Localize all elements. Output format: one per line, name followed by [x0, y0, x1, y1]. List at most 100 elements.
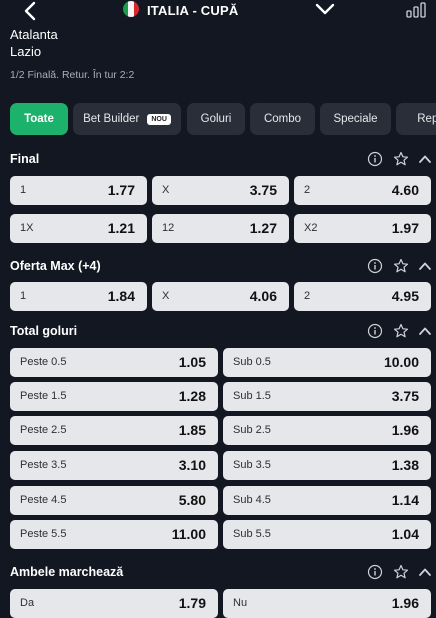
market-tabs: Toate Bet Builder NOU Goluri Combo Specia… — [10, 103, 436, 135]
odds-label: 1 — [20, 290, 27, 302]
odds-label: 1X — [20, 222, 34, 234]
odds-label: Sub 0.5 — [233, 356, 271, 368]
odds-label: 2 — [304, 184, 311, 196]
odds-button[interactable]: 2 4.60 — [294, 176, 431, 205]
odds-button[interactable]: Sub 4.5 1.14 — [223, 486, 431, 515]
odds-label: X — [162, 184, 170, 196]
section-actions — [367, 151, 433, 167]
odds-label: 2 — [304, 290, 311, 302]
odds-button[interactable]: Sub 2.5 1.96 — [223, 416, 431, 445]
odds-button[interactable]: Da 1.79 — [10, 589, 218, 618]
tab-label: Goluri — [200, 113, 232, 125]
chevron-down-icon[interactable] — [314, 1, 336, 17]
odds-value: 1.79 — [178, 595, 206, 611]
tab-goluri[interactable]: Goluri — [187, 103, 245, 135]
odds-value: 1.85 — [178, 422, 206, 438]
info-icon[interactable] — [367, 323, 383, 339]
odds-value: 3.75 — [391, 388, 419, 404]
odds-button[interactable]: 12 1.27 — [152, 214, 289, 243]
odds-value: 3.10 — [178, 457, 206, 473]
info-icon[interactable] — [367, 151, 383, 167]
tab-toate[interactable]: Toate — [10, 103, 68, 135]
odds-button[interactable]: 1 1.84 — [10, 282, 147, 311]
chevron-up-icon[interactable] — [417, 151, 433, 167]
italy-flag-icon — [123, 1, 139, 17]
odds-label: Peste 4.5 — [20, 494, 67, 506]
odds-button[interactable]: Peste 0.5 1.05 — [10, 348, 218, 377]
odds-value: 1.96 — [391, 422, 419, 438]
top-header: ITALIA - CUPĂ — [0, 0, 436, 24]
odds-value: 1.38 — [391, 457, 419, 473]
tab-repriza[interactable]: Repri — [396, 103, 436, 135]
odds-label: Sub 4.5 — [233, 494, 271, 506]
odds-label: Sub 1.5 — [233, 390, 271, 402]
back-arrow-icon[interactable] — [20, 1, 42, 21]
odds-button[interactable]: 1X 1.21 — [10, 214, 147, 243]
star-icon[interactable] — [393, 258, 409, 274]
odds-label: Sub 2.5 — [233, 424, 271, 436]
odds-label: Sub 5.5 — [233, 528, 271, 540]
odds-button[interactable]: 1 1.77 — [10, 176, 147, 205]
tab-label: Speciale — [333, 113, 378, 125]
tab-bet-builder[interactable]: Bet Builder NOU — [73, 103, 181, 135]
odds-button[interactable]: X 4.06 — [152, 282, 289, 311]
odds-button[interactable]: Peste 4.5 5.80 — [10, 486, 218, 515]
odds-button[interactable]: X 3.75 — [152, 176, 289, 205]
stats-bars-icon[interactable] — [405, 2, 429, 18]
tab-label: Repri — [417, 113, 436, 125]
star-icon[interactable] — [393, 323, 409, 339]
odds-button[interactable]: X2 1.97 — [294, 214, 431, 243]
odds-value: 4.06 — [249, 288, 277, 304]
tab-speciale[interactable]: Speciale — [320, 103, 391, 135]
odds-value: 5.80 — [178, 492, 206, 508]
odds-label: Nu — [233, 597, 248, 609]
odds-label: Peste 5.5 — [20, 528, 67, 540]
odds-label: Peste 0.5 — [20, 356, 67, 368]
odds-button[interactable]: Sub 5.5 1.04 — [223, 520, 431, 549]
section-actions — [367, 323, 433, 339]
tab-label: Combo — [263, 113, 302, 125]
odds-button[interactable]: Nu 1.96 — [223, 589, 431, 618]
odds-value: 4.95 — [391, 288, 419, 304]
tab-combo[interactable]: Combo — [250, 103, 315, 135]
odds-label: Sub 3.5 — [233, 459, 271, 471]
odds-label: X — [162, 290, 170, 302]
star-icon[interactable] — [393, 564, 409, 580]
odds-value: 1.84 — [107, 288, 135, 304]
odds-value: 1.28 — [178, 388, 206, 404]
odds-label: Da — [20, 597, 35, 609]
odds-value: 1.04 — [391, 526, 419, 542]
chevron-up-icon[interactable] — [417, 323, 433, 339]
odds-value: 1.27 — [249, 220, 277, 236]
odds-value: 3.75 — [249, 182, 277, 198]
odds-button[interactable]: Peste 3.5 3.10 — [10, 451, 218, 480]
odds-label: 12 — [162, 222, 175, 234]
chevron-up-icon[interactable] — [417, 258, 433, 274]
odds-value: 4.60 — [391, 182, 419, 198]
odds-label: Peste 1.5 — [20, 390, 67, 402]
section-title-ambele-marcheaza: Ambele marchează — [10, 565, 124, 579]
league-title[interactable]: ITALIA - CUPĂ — [147, 3, 238, 18]
section-title-oferta-max: Oferta Max (+4) — [10, 259, 101, 273]
odds-value: 1.97 — [391, 220, 419, 236]
chevron-up-icon[interactable] — [417, 564, 433, 580]
section-title-total-goluri: Total goluri — [10, 324, 78, 338]
odds-label: Peste 2.5 — [20, 424, 67, 436]
info-icon[interactable] — [367, 564, 383, 580]
odds-button[interactable]: Peste 5.5 11.00 — [10, 520, 218, 549]
odds-value: 1.96 — [391, 595, 419, 611]
odds-value: 10.00 — [383, 354, 419, 370]
section-actions — [367, 564, 433, 580]
odds-button[interactable]: Sub 3.5 1.38 — [223, 451, 431, 480]
section-title-final: Final — [10, 152, 40, 166]
odds-button[interactable]: Sub 1.5 3.75 — [223, 382, 431, 411]
new-badge: NOU — [147, 113, 171, 125]
odds-label: Peste 3.5 — [20, 459, 67, 471]
info-icon[interactable] — [367, 258, 383, 274]
odds-button[interactable]: Peste 1.5 1.28 — [10, 382, 218, 411]
tab-label: Toate — [24, 113, 54, 125]
odds-button[interactable]: Peste 2.5 1.85 — [10, 416, 218, 445]
odds-button[interactable]: 2 4.95 — [294, 282, 431, 311]
odds-button[interactable]: Sub 0.5 10.00 — [223, 348, 431, 377]
star-icon[interactable] — [393, 151, 409, 167]
